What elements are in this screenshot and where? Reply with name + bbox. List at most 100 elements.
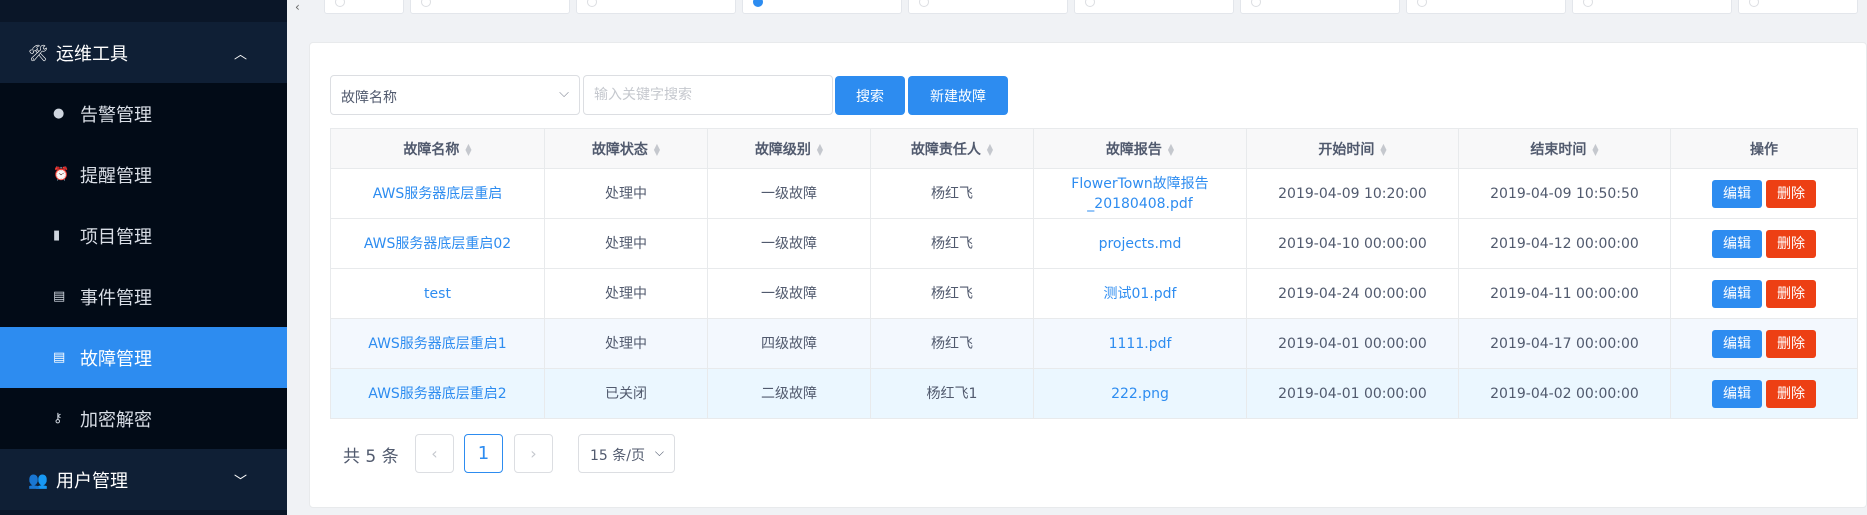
table-row: test 处理中 一级故障 杨红飞 测试01.pdf 2019-04-24 00… <box>330 268 1858 319</box>
edit-button[interactable]: 编辑 <box>1712 179 1762 208</box>
column-header[interactable]: 故障责任人 ▲ ▼ <box>870 128 1034 169</box>
book-icon: ▤ <box>53 350 66 365</box>
tab[interactable] <box>324 0 404 14</box>
tab[interactable] <box>1572 0 1732 14</box>
tab[interactable] <box>908 0 1068 14</box>
fault-level: 一级故障 <box>707 168 871 219</box>
menu-user-mgmt-label: 用户管理 <box>56 470 128 492</box>
total-count: 共 5 条 <box>343 447 399 467</box>
menu-ops-tools-label: 运维工具 <box>56 43 128 65</box>
column-header[interactable]: 故障名称 ▲ ▼ <box>330 128 545 169</box>
next-page-button[interactable]: › <box>514 434 553 473</box>
fault-name-link[interactable]: AWS服务器底层重启 <box>373 186 503 202</box>
start-time: 2019-04-01 00:00:00 <box>1246 368 1459 419</box>
fault-level: 一级故障 <box>707 268 871 319</box>
edit-button[interactable]: 编辑 <box>1712 329 1762 358</box>
table-row: AWS服务器底层重启 处理中 一级故障 杨红飞 FlowerTown故障报告_2… <box>330 168 1858 219</box>
edit-button[interactable]: 编辑 <box>1712 229 1762 258</box>
column-header[interactable]: 故障状态 ▲ ▼ <box>544 128 708 169</box>
sort-icon[interactable]: ▲ ▼ <box>654 142 660 156</box>
column-header[interactable]: 故障报告 ▲ ▼ <box>1033 128 1247 169</box>
sort-icon[interactable]: ▲ ▼ <box>1380 142 1386 156</box>
search-button[interactable]: 搜索 <box>835 76 905 115</box>
sidebar-item-project[interactable]: ▮ 项目管理 <box>0 205 287 266</box>
fault-status: 处理中 <box>544 218 708 269</box>
fault-name-link[interactable]: AWS服务器底层重启2 <box>368 386 506 402</box>
column-header-label: 故障级别 <box>754 141 811 158</box>
fault-report-link[interactable]: 测试01.pdf <box>1104 286 1177 302</box>
delete-button[interactable]: 删除 <box>1766 179 1816 208</box>
fault-report-link[interactable]: 222.png <box>1111 386 1169 402</box>
sidebar: 🛠 运维工具 ︿ ● 告警管理 ⏰ 提醒管理 ▮ 项目管理 ▤ 事件管理 ▤ 故… <box>0 0 287 515</box>
fault-name-link[interactable]: AWS服务器底层重启02 <box>364 236 511 252</box>
tab[interactable] <box>576 0 736 14</box>
column-header[interactable]: 开始时间 ▲ ▼ <box>1246 128 1459 169</box>
sidebar-item-alarm[interactable]: ● 告警管理 <box>0 83 287 144</box>
sort-icon[interactable]: ▲ ▼ <box>987 142 993 156</box>
sidebar-item-fault[interactable]: ▤ 故障管理 <box>0 327 287 388</box>
column-header-label: 故障名称 <box>403 141 460 158</box>
fault-status: 处理中 <box>544 318 708 369</box>
fault-name-link[interactable]: AWS服务器底层重启1 <box>368 336 506 352</box>
start-time: 2019-04-09 10:20:00 <box>1246 168 1459 219</box>
page-number[interactable]: 1 <box>464 434 503 473</box>
sidebar-item-label: 告警管理 <box>80 104 152 126</box>
sidebar-item-reminder[interactable]: ⏰ 提醒管理 <box>0 144 287 205</box>
sort-icon[interactable]: ▲ ▼ <box>817 142 823 156</box>
tab-dot-icon <box>1085 0 1095 7</box>
edit-button[interactable]: 编辑 <box>1712 379 1762 408</box>
sidebar-item-event[interactable]: ▤ 事件管理 <box>0 266 287 327</box>
fault-report-link[interactable]: 1111.pdf <box>1109 336 1172 352</box>
column-header[interactable]: 故障级别 ▲ ▼ <box>707 128 871 169</box>
field-select[interactable]: 故障名称 ⌵ <box>330 75 580 115</box>
new-fault-button[interactable]: 新建故障 <box>908 76 1008 115</box>
end-time: 2019-04-11 00:00:00 <box>1458 268 1671 319</box>
tabs-scroll-left-icon[interactable]: ‹ <box>295 0 300 14</box>
fault-report-link[interactable]: FlowerTown故障报告_20180408.pdf <box>1071 176 1208 212</box>
tab-dot-icon <box>753 0 763 7</box>
edit-button[interactable]: 编辑 <box>1712 279 1762 308</box>
fault-status: 处理中 <box>544 168 708 219</box>
search-input[interactable] <box>583 75 833 115</box>
sort-icon[interactable]: ▲ ▼ <box>465 142 471 156</box>
tab-dot-icon <box>1251 0 1261 7</box>
start-time: 2019-04-01 00:00:00 <box>1246 318 1459 369</box>
tabs-strip <box>287 0 1867 18</box>
menu-user-mgmt[interactable]: 👥 用户管理 ﹀ <box>0 449 287 510</box>
delete-button[interactable]: 删除 <box>1766 229 1816 258</box>
sort-icon[interactable]: ▲ ▼ <box>1592 142 1598 156</box>
tools-icon: 🛠 <box>28 43 49 62</box>
prev-page-button[interactable]: ‹ <box>415 434 454 473</box>
tab[interactable] <box>410 0 570 14</box>
start-time: 2019-04-24 00:00:00 <box>1246 268 1459 319</box>
column-header-label: 故障报告 <box>1105 141 1162 158</box>
sidebar-item-label: 加密解密 <box>80 409 152 431</box>
fault-report-link[interactable]: projects.md <box>1099 236 1182 252</box>
delete-button[interactable]: 删除 <box>1766 279 1816 308</box>
menu-ops-tools[interactable]: 🛠 运维工具 ︿ <box>0 22 287 83</box>
chevron-up-icon: ︿ <box>233 47 247 62</box>
tab[interactable] <box>1406 0 1566 14</box>
delete-button[interactable]: 删除 <box>1766 329 1816 358</box>
sidebar-item-label: 项目管理 <box>80 226 152 248</box>
tab[interactable] <box>1240 0 1400 14</box>
start-time: 2019-04-10 00:00:00 <box>1246 218 1459 269</box>
column-header[interactable]: 结束时间 ▲ ▼ <box>1458 128 1671 169</box>
tab[interactable] <box>1074 0 1234 14</box>
users-icon: 👥 <box>28 470 48 489</box>
delete-button[interactable]: 删除 <box>1766 379 1816 408</box>
field-select-value: 故障名称 <box>341 90 397 106</box>
tab[interactable] <box>1738 0 1858 14</box>
sidebar-item-crypto[interactable]: ⚷ 加密解密 <box>0 388 287 449</box>
end-time: 2019-04-02 00:00:00 <box>1458 368 1671 419</box>
tab-active[interactable] <box>742 0 902 14</box>
page-size-select[interactable]: 15 条/页 ⌵ <box>578 434 675 473</box>
sort-icon[interactable]: ▲ ▼ <box>1168 142 1174 156</box>
fault-name-link[interactable]: test <box>424 286 451 302</box>
book-icon: ▤ <box>53 289 66 304</box>
end-time: 2019-04-17 00:00:00 <box>1458 318 1671 369</box>
table-row: AWS服务器底层重启02 处理中 一级故障 杨红飞 projects.md 20… <box>330 218 1858 269</box>
tab-dot-icon <box>919 0 929 7</box>
sidebar-item-label: 提醒管理 <box>80 165 152 187</box>
tab-dot-icon <box>1749 0 1759 7</box>
